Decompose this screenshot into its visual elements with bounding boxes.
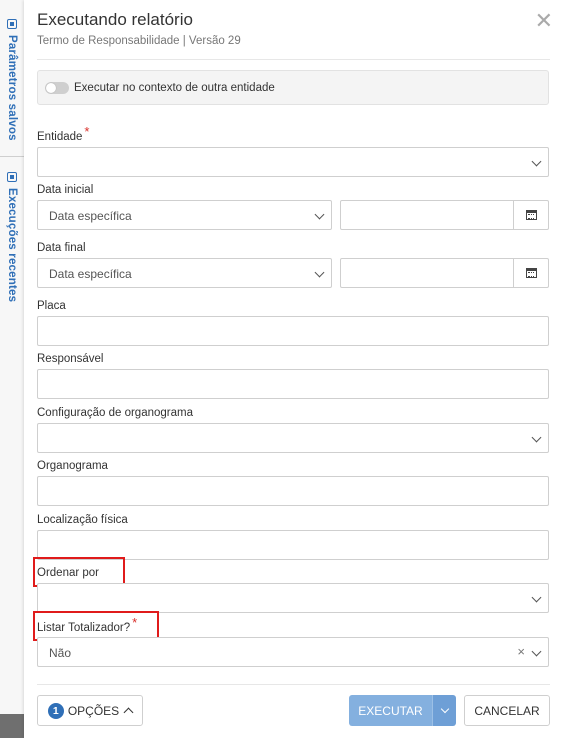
config-organograma-label: Configuração de organograma	[37, 407, 193, 419]
context-toggle-box: Executar no contexto de outra entidade	[37, 70, 549, 105]
responsavel-label: Responsável	[37, 353, 104, 365]
data-final-label: Data final	[37, 242, 86, 254]
run-report-dialog: Executando relatório Termo de Responsabi…	[24, 0, 565, 738]
recent-runs-tab[interactable]: Execuções recentes	[3, 172, 21, 302]
context-toggle[interactable]	[45, 81, 69, 94]
clear-icon[interactable]: ×	[517, 644, 525, 659]
required-mark: *	[132, 615, 138, 630]
expand-icon	[7, 19, 17, 29]
placa-input[interactable]	[37, 316, 549, 346]
expand-icon	[7, 172, 17, 182]
config-organograma-select[interactable]	[37, 423, 549, 453]
ordenar-por-label: Ordenar por	[37, 567, 100, 579]
execute-button[interactable]: EXECUTAR	[349, 695, 432, 726]
localizacao-input[interactable]	[37, 530, 549, 560]
saved-params-tab[interactable]: Parâmetros salvos	[3, 19, 21, 141]
responsavel-input[interactable]	[37, 369, 549, 399]
chevron-down-icon	[531, 156, 542, 167]
required-mark: *	[84, 124, 90, 139]
calendar-button[interactable]	[513, 259, 548, 287]
data-inicial-mode-select[interactable]: Data específica	[37, 200, 332, 230]
calendar-button[interactable]	[513, 201, 548, 229]
placa-label: Placa	[37, 300, 66, 312]
header-divider	[37, 59, 550, 60]
chevron-up-icon	[123, 707, 134, 718]
dialog-title: Executando relatório	[37, 10, 193, 29]
options-label: OPÇÕES	[67, 703, 120, 718]
listar-totalizador-select[interactable]: Não ×	[37, 637, 549, 667]
data-final-mode-select[interactable]: Data específica	[37, 258, 332, 288]
side-divider	[0, 156, 24, 157]
dialog-subtitle: Termo de Responsabilidade | Versão 29	[37, 35, 241, 47]
organograma-label: Organograma	[37, 460, 108, 472]
options-button[interactable]: 1 OPÇÕES	[37, 695, 143, 726]
chevron-down-icon	[531, 432, 542, 443]
recent-runs-label: Execuções recentes	[6, 188, 18, 303]
entidade-select[interactable]	[37, 147, 549, 177]
data-inicial-date-input[interactable]	[340, 200, 549, 230]
calendar-icon	[525, 210, 537, 220]
chevron-down-icon	[531, 646, 542, 657]
chevron-down-icon	[314, 209, 325, 220]
side-panel: Parâmetros salvos Execuções recentes	[0, 0, 25, 738]
localizacao-label: Localização física	[37, 514, 128, 526]
cancel-button[interactable]: CANCELAR	[464, 695, 550, 726]
footer-divider	[37, 684, 550, 685]
chevron-down-icon	[531, 592, 542, 603]
organograma-input[interactable]	[37, 476, 549, 506]
options-count-badge: 1	[47, 702, 64, 719]
chevron-down-icon	[440, 704, 449, 714]
data-final-date-input[interactable]	[340, 258, 549, 288]
close-icon[interactable]: ✕	[535, 10, 553, 32]
calendar-icon	[525, 268, 537, 278]
saved-params-label: Parâmetros salvos	[6, 35, 18, 141]
entidade-label: Entidade *	[37, 124, 90, 143]
ordenar-por-select[interactable]	[37, 583, 549, 613]
listar-totalizador-label: Listar Totalizador? *	[37, 615, 138, 634]
backdrop-overlay	[0, 714, 24, 738]
context-toggle-label: Executar no contexto de outra entidade	[74, 81, 275, 94]
chevron-down-icon	[314, 267, 325, 278]
execute-dropdown-button[interactable]	[432, 695, 456, 726]
data-inicial-label: Data inicial	[37, 184, 94, 196]
